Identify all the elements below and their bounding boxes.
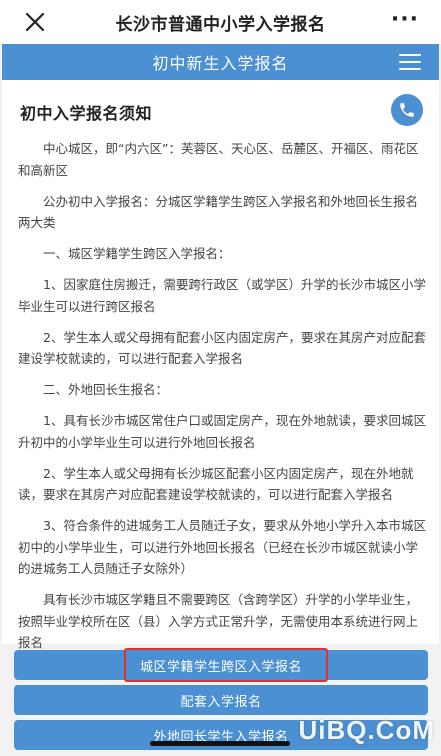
watermark: UiBQ.CoM <box>298 715 435 745</box>
supporting-registration-button[interactable]: 配套入学报名 <box>14 685 428 715</box>
phone-button[interactable] <box>391 94 423 126</box>
notice-paragraph: 3、符合条件的进城务工人员随迁子女，要求从外地小学升入本市城区初中的小学毕业生，… <box>18 518 426 576</box>
notice-paragraph: 二、外地回长生报名： <box>43 382 169 397</box>
notice-paragraph: 一、城区学籍学生跨区入学报名： <box>43 246 231 261</box>
highlight-box <box>124 648 328 682</box>
app-title: 长沙市普通中小学入学报名 <box>115 14 326 35</box>
close-icon[interactable] <box>22 9 48 35</box>
notice-paragraph: 公办初中入学报名：分城区学籍学生跨区入学报名和外地回长生报名两大类 <box>18 193 419 231</box>
notice-paragraph: 中心城区，即“内六区”：芙蓉区、天心区、岳麓区、开福区、雨花区和高新区 <box>18 141 419 178</box>
notice-paragraph: 具有长沙市城区学籍且不需要跨区（含跨学区）升学的小学毕业生，按照毕业学校所在区（… <box>18 592 419 650</box>
page-title: 初中新生入学报名 <box>152 54 289 73</box>
notice-paragraph: 1、因家庭住房搬迁，需要跨行政区（或学区）升学的长沙市城区小学毕业生可以进行跨区… <box>18 277 426 314</box>
more-icon[interactable]: ··· <box>391 9 419 31</box>
home-indicator <box>150 741 290 746</box>
page-navbar: 初中新生入学报名 <box>2 44 439 80</box>
menu-icon[interactable] <box>399 54 421 70</box>
notice-header: 初中入学报名须知 <box>2 80 439 136</box>
notice-paragraph: 2、学生本人或父母拥有配套小区内固定房产，要求在其房产对应配套建设学校就读的，可… <box>18 329 426 367</box>
notice-card: 初中入学报名须知 中心城区，即“内六区”：芙蓉区、天心区、岳麓区、开福区、雨花区… <box>2 80 439 650</box>
notice-paragraph: 1、具有长沙市城区常住户口或固定房产，现在外地就读，要求回城区升初中的小学毕业生… <box>18 413 426 450</box>
notice-heading: 初中入学报名须知 <box>20 104 153 123</box>
notice-body: 中心城区，即“内六区”：芙蓉区、天心区、岳麓区、开福区、雨花区和高新区 公办初中… <box>18 138 426 663</box>
notice-paragraph: 2、学生本人或父母拥有长沙城区配套小区内固定房产，现在外地就读，要求在其房产对应… <box>18 465 414 503</box>
app-header: 长沙市普通中小学入学报名 ··· <box>0 0 441 44</box>
phone-icon <box>400 103 414 117</box>
